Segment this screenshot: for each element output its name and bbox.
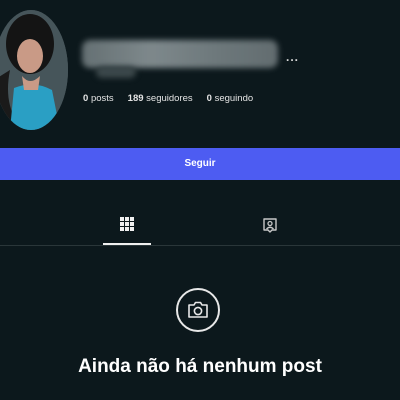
avatar[interactable] [0, 10, 68, 130]
tagged-person-icon [263, 217, 277, 233]
posts-count: 0 [83, 93, 89, 104]
follow-button[interactable]: Seguir [0, 148, 400, 180]
following-count: 0 [206, 93, 212, 104]
posts-label: posts [90, 93, 114, 104]
followers-stat[interactable]: 189 seguidores [128, 93, 193, 104]
posts-stat: 0 posts [83, 93, 114, 104]
camera-icon [188, 301, 208, 318]
grid-icon [120, 217, 134, 231]
following-label: seguindo [214, 93, 254, 104]
username-redacted-detail [96, 66, 136, 78]
tab-tagged[interactable] [246, 205, 294, 244]
following-stat[interactable]: 0 seguindo [207, 93, 254, 104]
tab-posts[interactable] [103, 205, 151, 245]
followers-label: seguidores [146, 93, 193, 104]
more-options-button[interactable]: ... [286, 50, 299, 64]
username-redacted [82, 40, 278, 68]
profile-stats: 0 posts 189 seguidores 0 seguindo [83, 93, 253, 104]
empty-state-title: Ainda não há nenhum post [78, 356, 322, 377]
avatar-photo [0, 10, 68, 130]
followers-count: 189 [127, 93, 144, 104]
profile-tabs [0, 205, 400, 246]
empty-state-camera [176, 288, 220, 332]
